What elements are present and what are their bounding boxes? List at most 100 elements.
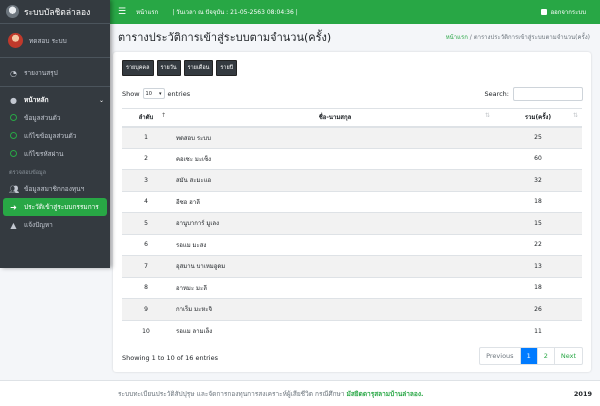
- circle-icon: [10, 113, 17, 121]
- table-search: Search:: [484, 87, 583, 101]
- dashboard-icon: ◔: [10, 68, 17, 78]
- cell-name: กาเร็ม มะหะจิ: [170, 298, 494, 320]
- user-panel[interactable]: ทดสอบ ระบบ: [0, 24, 110, 58]
- cell-count: 22: [494, 233, 582, 256]
- table-row: 3 สมัน สะมะแอ 32: [122, 169, 582, 191]
- cell-count: 26: [494, 298, 582, 320]
- cell-name: อาหมะ มะลี: [170, 276, 494, 299]
- brand-name: ระบบบัลชิตล่าลอง: [24, 7, 91, 18]
- cell-count: 18: [494, 190, 582, 213]
- cell-name: รอแม มะสง: [170, 233, 494, 256]
- topbar-home-link[interactable]: หน้าแรก: [136, 7, 158, 17]
- cell-index: 9: [122, 298, 170, 320]
- chevron-down-icon: ▾: [159, 90, 162, 97]
- entries-label: entries: [167, 89, 191, 98]
- previous-page-button[interactable]: Previous: [480, 348, 519, 364]
- cell-name: อุสมาน บาเหมอูดม: [170, 255, 494, 277]
- table-row: 10 รอแม ลามเล็ง 11: [122, 319, 582, 342]
- breadcrumb: หน้าแรก / ตารางประวัติการเข้าสู่ระบบตามจ…: [446, 32, 590, 42]
- page-length-select[interactable]: 10 ▾: [142, 88, 165, 99]
- page-length-value: 10: [145, 90, 152, 97]
- footer-text: ระบบทะเบียนประวัติสัปปุรุษ และจัดการกองท…: [118, 389, 424, 398]
- yearly-button[interactable]: รายปี: [216, 60, 238, 76]
- cell-count: 13: [494, 255, 582, 277]
- cell-index: 8: [122, 276, 170, 299]
- brand-link[interactable]: ระบบบัลชิตล่าลอง: [0, 0, 110, 24]
- sidebar-section-header: ตรวจสอบข้อมูล: [9, 170, 47, 176]
- sidebar-item-label: ประวัติเข้าสู่ระบบกรรมการ: [24, 203, 99, 211]
- logout-icon: [540, 9, 547, 15]
- report-button-group: รายบุคคล รายวัน รายเดือน รายปี: [122, 60, 238, 76]
- table-info: Showing 1 to 10 of 16 entries: [122, 354, 218, 362]
- sidebar-subitem-edit-profile[interactable]: แก้ไขข้อมูลส่วนตัว: [0, 127, 110, 145]
- per-person-button[interactable]: รายบุคคล: [122, 60, 154, 76]
- sidebar-item-label: รายงานสรุป: [24, 69, 58, 77]
- footer-link[interactable]: มัสยิดดารุสลามบ้านล่าลอง.: [347, 390, 424, 398]
- page-1-button[interactable]: 1: [519, 348, 537, 364]
- cell-count: 60: [494, 147, 582, 170]
- breadcrumb-home-link[interactable]: หน้าแรก: [446, 34, 468, 41]
- sidebar-subitem-profile[interactable]: ข้อมูลส่วนตัว: [0, 109, 110, 127]
- sidebar-item-main-menu[interactable]: ● หน้าหลัก ⌄: [0, 91, 110, 109]
- sort-icon: ⇅: [484, 112, 490, 120]
- sidebar-item-label: หน้าหลัก: [24, 96, 49, 104]
- sidebar-item-label: ข้อมูลสมาชิกกองทุนฯ: [24, 185, 85, 193]
- table-row: 4 อีซอ ฮาลี 18: [122, 190, 582, 213]
- hamburger-menu-icon[interactable]: ☰: [118, 7, 126, 17]
- pagination: Previous 1 2 Next: [479, 347, 583, 365]
- cell-index: 4: [122, 190, 170, 213]
- footer: ระบบทะเบียนประวัติสัปปุรุษ และจัดการกองท…: [0, 380, 600, 406]
- daily-button[interactable]: รายวัน: [156, 60, 181, 76]
- breadcrumb-current: / ตารางประวัติการเข้าสู่ระบบตามจำนวน(ครั…: [467, 34, 590, 41]
- users-icon: 👥︎: [9, 184, 20, 194]
- next-page-button[interactable]: Next: [553, 348, 582, 364]
- sidebar-subitem-change-password[interactable]: แก้ไขรหัสผ่าน: [0, 145, 110, 163]
- user-circle-icon: ●: [10, 95, 17, 105]
- table-row: 1 ทดสอบ ระบบ 25: [122, 126, 582, 148]
- cell-name: รอแม ลามเล็ง: [170, 319, 494, 342]
- column-header-index[interactable]: ลำดับ ↑: [122, 108, 170, 128]
- table-row: 2 คอเซะ มะเซ็ง 60: [122, 147, 582, 170]
- chevron-down-icon: ⌄: [98, 96, 104, 104]
- cell-name: อีซอ ฮาลี: [170, 190, 494, 213]
- cell-index: 3: [122, 169, 170, 191]
- cell-count: 11: [494, 319, 582, 342]
- cell-index: 10: [122, 319, 170, 342]
- search-input[interactable]: [513, 87, 583, 101]
- cell-index: 7: [122, 255, 170, 277]
- cell-name: ทดสอบ ระบบ: [170, 126, 494, 148]
- table-row: 6 รอแม มะสง 22: [122, 233, 582, 256]
- table-row: 5 อานูบาการ์ มูเลง 15: [122, 212, 582, 234]
- current-datetime: | วันเวลา ณ ปัจจุบัน : 21-05-2563 08:04:…: [172, 9, 298, 16]
- show-label: Show: [122, 89, 140, 98]
- cell-index: 6: [122, 233, 170, 256]
- sidebar-item-dashboard[interactable]: ◔ รายงานสรุป: [0, 64, 110, 82]
- cell-name: สมัน สะมะแอ: [170, 169, 494, 191]
- column-header-count[interactable]: รวม(ครั้ง) ⇅: [494, 108, 582, 128]
- page-2-button[interactable]: 2: [536, 348, 554, 364]
- user-name: ทดสอบ ระบบ: [29, 36, 67, 45]
- sidebar-item-label: แก้ไขข้อมูลส่วนตัว: [24, 132, 77, 140]
- sidebar-item-members[interactable]: 👥︎ ข้อมูลสมาชิกกองทุนฯ: [0, 180, 110, 198]
- sidebar-item-label: ข้อมูลส่วนตัว: [24, 114, 61, 122]
- monthly-button[interactable]: รายเดือน: [183, 60, 214, 76]
- cell-count: 18: [494, 276, 582, 299]
- login-icon: ➜: [10, 202, 17, 212]
- sidebar-item-label: แก้ไขรหัสผ่าน: [24, 150, 64, 158]
- footer-year: 2019: [573, 389, 592, 398]
- cell-index: 2: [122, 147, 170, 170]
- logout-label: ออกจากระบบ: [550, 9, 586, 16]
- cell-count: 32: [494, 169, 582, 191]
- sidebar-item-login-history[interactable]: ➜ ประวัติเข้าสู่ระบบกรรมการ: [3, 198, 107, 216]
- logout-button[interactable]: ออกจากระบบ: [540, 7, 586, 17]
- sort-icon: ⇅: [572, 112, 578, 120]
- cell-name: คอเซะ มะเซ็ง: [170, 147, 494, 170]
- page-title: ตารางประวัติการเข้าสู่ระบบตามจำนวน(ครั้ง…: [118, 31, 332, 44]
- cell-count: 15: [494, 212, 582, 234]
- sort-asc-icon: ↑: [160, 112, 166, 120]
- sidebar-item-report-problem[interactable]: ▲ แจ้งปัญหา: [0, 216, 110, 234]
- cell-name: อานูบาการ์ มูเลง: [170, 212, 494, 234]
- circle-icon: [10, 131, 17, 139]
- column-header-name[interactable]: ชื่อ-นามสกุล ⇅: [170, 108, 494, 128]
- table-row: 7 อุสมาน บาเหมอูดม 13: [122, 255, 582, 277]
